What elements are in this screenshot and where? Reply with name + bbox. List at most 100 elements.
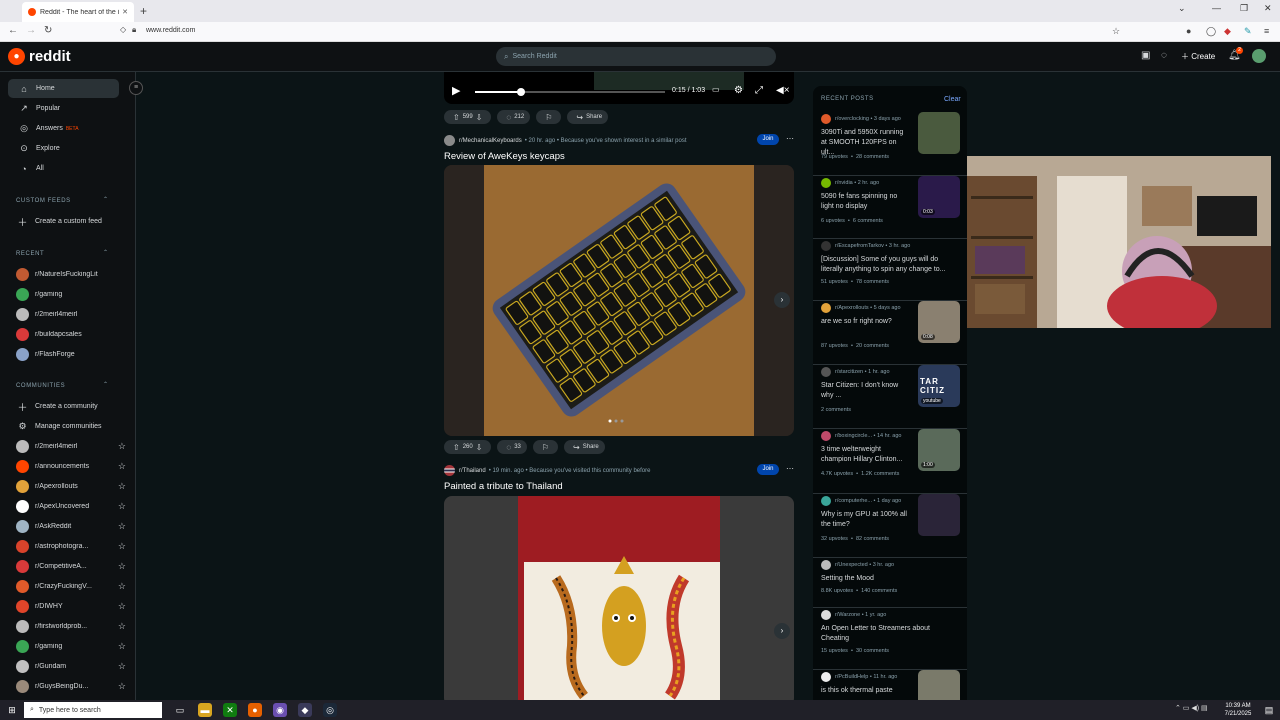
obs-icon[interactable]: ◉ xyxy=(273,703,287,717)
favorite-star-icon[interactable]: ☆ xyxy=(118,601,126,612)
url-field[interactable]: www.reddit.com xyxy=(146,27,195,34)
recent-post-title[interactable]: 5090 fe fans spinning no light no displa… xyxy=(821,192,911,212)
recent-post-subreddit[interactable]: r/starcitizen xyxy=(835,369,863,375)
recent-post-title[interactable]: are we so fr right now? xyxy=(821,317,911,327)
minimize-button[interactable]: — xyxy=(1212,3,1221,13)
community-item[interactable]: r/buildapcsales xyxy=(16,326,126,342)
communities-collapse-icon[interactable]: ⌃ xyxy=(103,381,108,388)
community-item[interactable]: r/2meirl4meirl xyxy=(16,306,126,322)
recent-post-subreddit[interactable]: r/EscapefromTarkov xyxy=(835,243,884,249)
post2-join-button[interactable]: Join xyxy=(757,464,779,475)
post2-next-image-icon[interactable]: › xyxy=(774,623,790,639)
recent-post-title[interactable]: Star Citizen: I don't know why ... xyxy=(821,381,911,401)
xbox-icon[interactable]: ✕ xyxy=(223,703,237,717)
downvote-icon[interactable]: ⇩ xyxy=(476,443,483,452)
recent-post-item[interactable]: r/nvidia • 2 hr. ago 5090 fe fans spinnin… xyxy=(813,176,967,239)
clear-recent-button[interactable]: Clear xyxy=(944,96,961,103)
recent-post-title[interactable]: [Discussion] Some of you guys will do li… xyxy=(821,255,959,275)
recent-post-thumbnail[interactable] xyxy=(918,494,960,536)
favorite-star-icon[interactable]: ☆ xyxy=(118,521,126,532)
taskbar-search-input[interactable]: ⌕ Type here to search xyxy=(24,702,162,718)
settings-gear-icon[interactable]: ⚙ xyxy=(734,85,743,96)
sidebar-item-explore[interactable]: ⊙ Explore xyxy=(8,139,119,158)
upvote-icon[interactable]: ⇧ xyxy=(453,113,460,122)
mute-icon[interactable]: ◀× xyxy=(776,85,790,96)
captions-icon[interactable]: ▭ xyxy=(712,85,720,94)
favorite-star-icon[interactable]: ☆ xyxy=(118,541,126,552)
firefox-icon[interactable]: ● xyxy=(248,703,262,717)
recent-post-thumbnail[interactable]: 0:08 xyxy=(918,301,960,343)
community-item[interactable]: r/CrazyFuckingV... ☆ xyxy=(16,578,126,594)
user-avatar[interactable] xyxy=(1252,49,1266,63)
post1-more-icon[interactable]: ⋯ xyxy=(786,134,794,143)
sidebar-item-popular[interactable]: ↗ Popular xyxy=(8,99,119,118)
sidebar-item-answers[interactable]: ◎ Answers BETA xyxy=(8,119,119,138)
favorite-star-icon[interactable]: ☆ xyxy=(118,641,126,652)
recent-post-title[interactable]: is this ok thermal paste xyxy=(821,686,911,696)
favorite-star-icon[interactable]: ☆ xyxy=(118,441,126,452)
vote-control[interactable]: ⇧ 599 ⇩ xyxy=(444,110,492,124)
upvote-icon[interactable]: ⇧ xyxy=(453,443,460,452)
close-window-button[interactable]: ✕ xyxy=(1264,3,1272,14)
recent-post-subreddit[interactable]: r/Unexpected xyxy=(835,562,868,568)
recent-post-item[interactable]: r/Warzone • 1 yr. ago An Open Letter to S… xyxy=(813,610,967,670)
custom-feeds-collapse-icon[interactable]: ⌃ xyxy=(103,196,108,203)
favorite-star-icon[interactable]: ☆ xyxy=(118,581,126,592)
community-item[interactable]: r/gaming ☆ xyxy=(16,638,126,654)
system-tray[interactable]: ⌃ ▭ ◀) ▤ xyxy=(1175,704,1208,712)
community-item[interactable]: r/GuysBeingDu... ☆ xyxy=(16,678,126,694)
video-player[interactable]: ▶ 0:15 / 1:03 ▭ ⚙ ⤢ ◀× xyxy=(444,72,794,104)
app-icon[interactable]: ◆ xyxy=(298,703,312,717)
sidebar-item-all[interactable]: ◔ All xyxy=(8,159,119,178)
community-item[interactable]: r/FlashForge xyxy=(16,346,126,362)
favorite-star-icon[interactable]: ☆ xyxy=(118,621,126,632)
video-seek-bar[interactable] xyxy=(475,88,665,96)
post2-title[interactable]: Painted a tribute to Thailand xyxy=(444,481,563,492)
windows-start-icon[interactable]: ⊞ xyxy=(5,703,19,717)
community-item[interactable]: r/NatureIsFuckingLit xyxy=(16,266,126,282)
post2-image[interactable]: › xyxy=(444,496,794,700)
comments-button[interactable]: ◌ 33 xyxy=(497,440,527,454)
favorite-star-icon[interactable]: ☆ xyxy=(118,481,126,492)
post2-more-icon[interactable]: ⋯ xyxy=(786,464,794,473)
recent-post-subreddit[interactable]: r/boxingcircle... xyxy=(835,433,872,439)
recent-post-item[interactable]: r/EscapefromTarkov • 3 hr. ago [Discussio… xyxy=(813,241,967,301)
recent-post-subreddit[interactable]: r/PcBuildHelp xyxy=(835,674,868,680)
create-button[interactable]: ＋ Create xyxy=(1181,51,1215,62)
back-icon[interactable]: ← xyxy=(8,25,18,36)
file-explorer-icon[interactable]: ▬ xyxy=(198,703,212,717)
new-tab-button[interactable]: + xyxy=(140,4,147,18)
recent-post-thumbnail[interactable]: 0:03 xyxy=(918,176,960,218)
recent-post-subreddit[interactable]: r/nvidia xyxy=(835,180,853,186)
recent-post-item[interactable]: r/starcitizen • 1 hr. ago Star Citizen: I… xyxy=(813,365,967,429)
recent-post-subreddit[interactable]: r/overclocking xyxy=(835,116,869,122)
taskbar-clock[interactable]: 10:39 AM 7/21/2025 xyxy=(1222,702,1254,718)
menu-icon[interactable]: ≡ xyxy=(1264,26,1269,36)
play-icon[interactable]: ▶ xyxy=(452,84,460,97)
recent-post-item[interactable]: r/PcBuildHelp • 11 hr. ago is this ok the… xyxy=(813,670,967,700)
favorite-star-icon[interactable]: ☆ xyxy=(118,461,126,472)
community-item[interactable]: r/astrophotogra... ☆ xyxy=(16,538,126,554)
favorite-star-icon[interactable]: ☆ xyxy=(118,561,126,572)
community-item[interactable]: r/Gundam ☆ xyxy=(16,658,126,674)
recent-post-thumbnail[interactable]: 1:00 xyxy=(918,429,960,471)
advertise-icon[interactable]: ▣ xyxy=(1141,50,1150,61)
community-item[interactable]: r/AskReddit ☆ xyxy=(16,518,126,534)
notification-center-icon[interactable]: ▤ xyxy=(1262,703,1276,717)
subreddit-avatar[interactable] xyxy=(444,135,455,146)
recent-post-title[interactable]: Why is my GPU at 100% all the time? xyxy=(821,510,911,530)
post1-image[interactable]: › xyxy=(444,165,794,436)
video-seek-handle[interactable] xyxy=(516,88,525,96)
lock-icon[interactable]: 🔒︎ xyxy=(132,25,136,35)
sidebar-item-home[interactable]: ⌂ Home xyxy=(8,79,119,98)
recent-post-item[interactable]: r/Unexpected • 3 hr. ago Setting the Mood… xyxy=(813,560,967,608)
recent-post-item[interactable]: r/computerhe... • 1 day ago Why is my GPU… xyxy=(813,494,967,558)
create-community-button[interactable]: ＋ Create a community xyxy=(16,398,126,414)
recent-post-title[interactable]: Setting the Mood xyxy=(821,574,959,584)
shield-icon[interactable]: ◇ xyxy=(120,25,126,34)
recent-post-item[interactable]: r/overclocking • 3 days ago 3090Ti and 59… xyxy=(813,112,967,176)
recent-post-thumbnail[interactable] xyxy=(918,112,960,154)
award-button[interactable]: ⚐ xyxy=(536,110,562,124)
recent-post-title[interactable]: 3 time welterweight champion Hillary Cli… xyxy=(821,445,911,465)
recent-post-subreddit[interactable]: r/Warzone xyxy=(835,612,860,618)
